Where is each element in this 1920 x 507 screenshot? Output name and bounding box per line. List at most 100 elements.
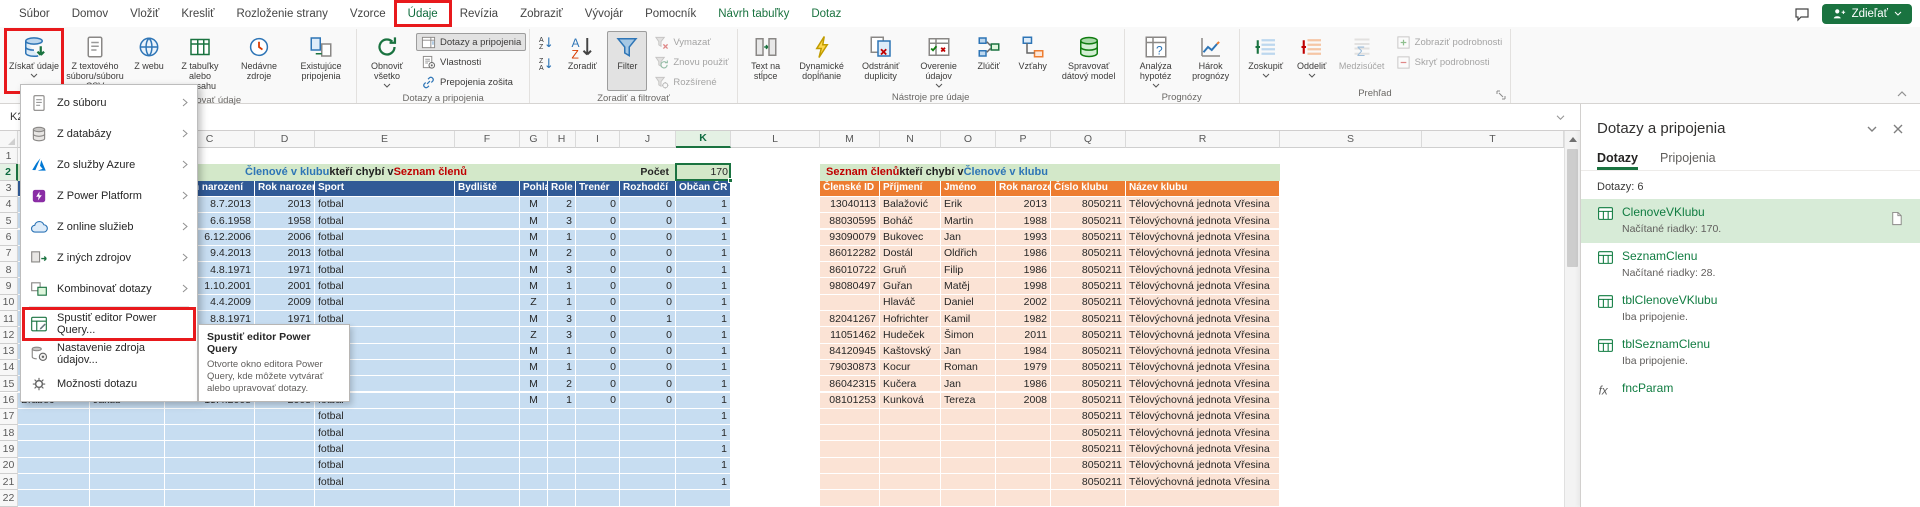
cell-R5[interactable]: Tělovýchovná jednota Vřesina — [1126, 213, 1280, 229]
comments-icon[interactable] — [1794, 6, 1810, 22]
menu-item-combine-queries[interactable]: Kombinovať dotazy — [21, 273, 197, 304]
row-header-2[interactable]: 2 — [0, 164, 18, 180]
cell-O18[interactable] — [941, 425, 996, 441]
menu-item-from-power-platform[interactable]: Z Power Platform — [21, 180, 197, 211]
query-item-tblclenovevklubu[interactable]: tblClenoveVKlubuIba pripojenie. — [1581, 287, 1920, 331]
column-header-I[interactable]: I — [576, 131, 620, 148]
right-table-header-rok-narozeni[interactable]: Rok narození — [996, 181, 1051, 197]
menu-tab-dotaz[interactable]: Dotaz — [800, 0, 852, 27]
outline-dialog-launcher-icon[interactable] — [1496, 90, 1506, 100]
row-header-12[interactable]: 12 — [0, 327, 18, 343]
cell-H10[interactable]: 1 — [548, 295, 576, 311]
cell-A18[interactable] — [18, 425, 90, 441]
cell-G12[interactable]: Z — [520, 327, 548, 343]
cell-G5[interactable]: M — [520, 213, 548, 229]
cell-F4[interactable] — [455, 197, 520, 213]
cell-K15[interactable]: 1 — [676, 376, 731, 392]
cell-E7[interactable]: fotbal — [315, 246, 455, 262]
cell-G15[interactable]: M — [520, 376, 548, 392]
cell-N14[interactable]: Kocur — [880, 360, 941, 376]
cell-G18[interactable] — [520, 425, 548, 441]
cell-C22[interactable] — [165, 490, 255, 506]
menu-tab-kreslit[interactable]: Kresliť — [170, 0, 225, 27]
cell-C17[interactable] — [165, 409, 255, 425]
cell-R17[interactable]: Tělovýchovná jednota Vřesina — [1126, 409, 1280, 425]
left-table-header-role[interactable]: Role — [548, 181, 576, 197]
cell-E8[interactable]: fotbal — [315, 262, 455, 278]
cell-D20[interactable] — [255, 458, 315, 474]
cell-D17[interactable] — [255, 409, 315, 425]
cell-P4[interactable]: 2013 — [996, 197, 1051, 213]
cell-R7[interactable]: Tělovýchovná jednota Vřesina — [1126, 246, 1280, 262]
cell-G20[interactable] — [520, 458, 548, 474]
cell-J16[interactable]: 0 — [620, 393, 676, 409]
cell-D6[interactable]: 2006 — [255, 230, 315, 246]
collapse-ribbon-icon[interactable] — [1896, 89, 1908, 99]
cell-J20[interactable] — [620, 458, 676, 474]
cell-C18[interactable] — [165, 425, 255, 441]
row-header-10[interactable]: 10 — [0, 295, 18, 311]
cell-H16[interactable]: 1 — [548, 393, 576, 409]
cell-F7[interactable] — [455, 246, 520, 262]
cell-A22[interactable] — [18, 490, 90, 506]
cell-H8[interactable]: 3 — [548, 262, 576, 278]
cell-O4[interactable]: Erik — [941, 197, 996, 213]
cell-R13[interactable]: Tělovýchovná jednota Vřesina — [1126, 344, 1280, 360]
recent-sources-button[interactable]: Nedávne zdroje — [231, 31, 287, 93]
cell-E10[interactable]: fotbal — [315, 295, 455, 311]
cell-K18[interactable]: 1 — [676, 425, 731, 441]
cell-P15[interactable]: 1986 — [996, 376, 1051, 392]
cell-Q19[interactable]: 8050211 — [1051, 441, 1126, 457]
cell-P10[interactable]: 2002 — [996, 295, 1051, 311]
cell-G8[interactable]: M — [520, 262, 548, 278]
cell-J19[interactable] — [620, 441, 676, 457]
consolidate-button[interactable]: Zlúčiť — [969, 31, 1009, 90]
column-header-O[interactable]: O — [941, 131, 996, 148]
row-header-20[interactable]: 20 — [0, 458, 18, 474]
cell-I14[interactable]: 0 — [576, 360, 620, 376]
cell-Q9[interactable]: 8050211 — [1051, 278, 1126, 294]
ungroup-button[interactable]: Oddeliť — [1291, 31, 1333, 86]
cell-G10[interactable]: Z — [520, 295, 548, 311]
cell-P5[interactable]: 1988 — [996, 213, 1051, 229]
menu-item-data-source-settings[interactable]: Nastavenie zdroja údajov... — [21, 339, 197, 369]
column-header-S[interactable]: S — [1280, 131, 1422, 148]
cell-D8[interactable]: 1971 — [255, 262, 315, 278]
cell-Q15[interactable]: 8050211 — [1051, 376, 1126, 392]
cell-R9[interactable]: Tělovýchovná jednota Vřesina — [1126, 278, 1280, 294]
cell-F6[interactable] — [455, 230, 520, 246]
left-table-header-bydliste[interactable]: Bydliště — [455, 181, 520, 197]
cell-M12[interactable]: 11051462 — [820, 327, 880, 343]
cell-D4[interactable]: 2013 — [255, 197, 315, 213]
cell-C20[interactable] — [165, 458, 255, 474]
cell-M4[interactable]: 13040113 — [820, 197, 880, 213]
cell-Q4[interactable]: 8050211 — [1051, 197, 1126, 213]
cell-N6[interactable]: Bukovec — [880, 230, 941, 246]
remove-duplicates-button[interactable]: Odstrániť duplicity — [853, 31, 909, 90]
cell-I17[interactable] — [576, 409, 620, 425]
cell-I8[interactable]: 0 — [576, 262, 620, 278]
cell-P6[interactable]: 1993 — [996, 230, 1051, 246]
cell-M19[interactable] — [820, 441, 880, 457]
cell-K8[interactable]: 1 — [676, 262, 731, 278]
cell-N22[interactable] — [880, 490, 941, 506]
cell-B20[interactable] — [90, 458, 165, 474]
cell-O14[interactable]: Roman — [941, 360, 996, 376]
column-header-R[interactable]: R — [1126, 131, 1280, 148]
cell-R6[interactable]: Tělovýchovná jednota Vřesina — [1126, 230, 1280, 246]
cell-N20[interactable] — [880, 458, 941, 474]
cell-N11[interactable]: Hofrichter — [880, 311, 941, 327]
cell-E9[interactable]: fotbal — [315, 278, 455, 294]
left-table-header-obcan-cr[interactable]: Občan ČR — [676, 181, 731, 197]
cell-R11[interactable]: Tělovýchovná jednota Vřesina — [1126, 311, 1280, 327]
cell-G14[interactable]: M — [520, 360, 548, 376]
forecast-sheet-button[interactable]: Hárok prognózy — [1186, 31, 1236, 90]
cell-N18[interactable] — [880, 425, 941, 441]
menu-item-query-options[interactable]: Možnosti dotazu — [21, 369, 197, 399]
cell-P19[interactable] — [996, 441, 1051, 457]
cell-J17[interactable] — [620, 409, 676, 425]
cell-R16[interactable]: Tělovýchovná jednota Vřesina — [1126, 393, 1280, 409]
cell-P20[interactable] — [996, 458, 1051, 474]
menu-item-from-azure[interactable]: Zo služby Azure — [21, 149, 197, 180]
cell-E20[interactable]: fotbal — [315, 458, 455, 474]
